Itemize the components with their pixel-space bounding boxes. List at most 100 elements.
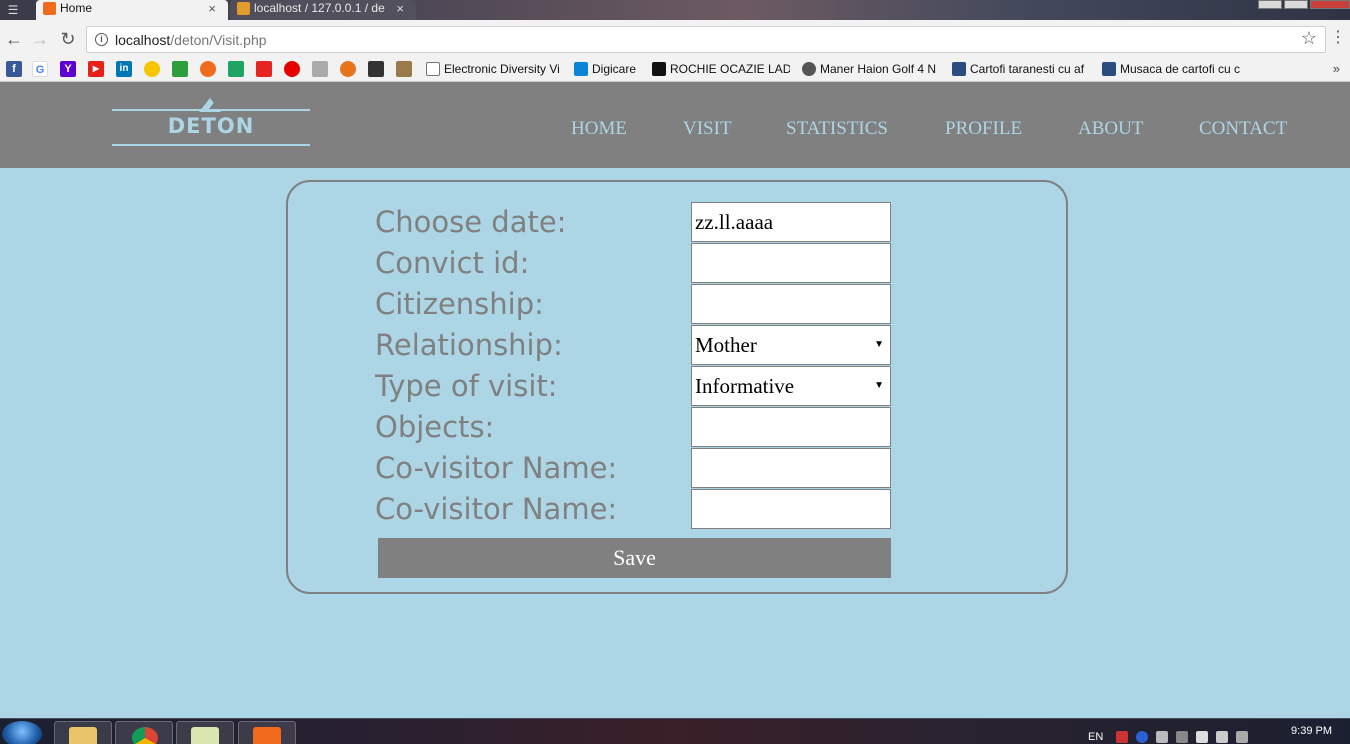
citizenship-label: Citizenship:: [375, 287, 544, 321]
back-arrow-icon[interactable]: ←: [4, 29, 24, 49]
window-menu-icon[interactable]: ☰: [2, 2, 24, 18]
emoji-site-icon[interactable]: [144, 61, 160, 77]
logo-line: [112, 144, 310, 146]
forward-arrow-icon[interactable]: →: [30, 29, 50, 49]
nav-contact[interactable]: CONTACT: [1199, 118, 1287, 140]
recipe-site-icon: [952, 62, 966, 76]
browser-toolbar: ← → ↻ i localhost/deton/Visit.php ☆ ⋮: [0, 20, 1350, 58]
mountain-notch: [209, 101, 221, 109]
co-visitor-name-input[interactable]: [691, 448, 891, 488]
dropdown-arrow-icon: ▼: [874, 339, 884, 350]
system-tray: EN 9:39 PM: [1080, 719, 1350, 744]
house-site-icon[interactable]: [396, 61, 412, 77]
objects-label: Objects:: [375, 410, 495, 444]
convict-id-input[interactable]: [691, 243, 891, 283]
recipe-site-icon: [1102, 62, 1116, 76]
bookmark-label: Cartofi taranesti cu af: [970, 62, 1085, 76]
flag-tray-icon[interactable]: [1236, 731, 1248, 743]
reload-icon[interactable]: ↻: [58, 29, 78, 49]
yahoo-icon[interactable]: Y: [60, 61, 76, 77]
tab-label: localhost / 127.0.0.1 / de: [254, 1, 385, 15]
maximize-button[interactable]: [1284, 0, 1308, 9]
tab-label: Home: [60, 1, 93, 15]
citizenship-input[interactable]: [691, 284, 891, 324]
volume-tray-icon[interactable]: [1196, 731, 1208, 743]
co-visitor-name-label: Co-visitor Name:: [375, 451, 618, 485]
language-indicator[interactable]: EN: [1088, 731, 1103, 743]
facebook-icon[interactable]: f: [6, 61, 22, 77]
convict-id-label: Convict id:: [375, 246, 530, 280]
minimize-button[interactable]: [1258, 0, 1282, 9]
bookmark-item[interactable]: ROCHIE OCAZIE LADY: [652, 61, 790, 79]
save-button[interactable]: Save: [378, 538, 891, 578]
nav-about[interactable]: ABOUT: [1078, 118, 1143, 140]
choose-date-label: Choose date:: [375, 205, 567, 239]
xampp-favicon-icon: [43, 2, 56, 15]
windows-taskbar: EN 9:39 PM: [0, 718, 1350, 744]
tf-icon: [652, 62, 666, 76]
bookmark-item[interactable]: Cartofi taranesti cu af: [952, 61, 1088, 79]
taskbar-explorer[interactable]: [54, 721, 112, 744]
co-site-icon[interactable]: [368, 61, 384, 77]
orange-site-icon[interactable]: [200, 61, 216, 77]
taskbar-notepad[interactable]: [176, 721, 234, 744]
kebab-menu-icon[interactable]: ⋮: [1330, 30, 1346, 46]
taskbar-xampp[interactable]: [238, 721, 296, 744]
objects-input[interactable]: [691, 407, 891, 447]
emag-icon[interactable]: [256, 61, 272, 77]
bookmark-item[interactable]: Electronic Diversity Vi: [426, 61, 562, 79]
nav-profile[interactable]: PROFILE: [945, 118, 1022, 140]
nav-visit[interactable]: VISIT: [683, 118, 732, 140]
relationship-label: Relationship:: [375, 328, 563, 362]
url-text: localhost/deton/Visit.php: [115, 32, 267, 48]
nav-home[interactable]: HOME: [571, 118, 627, 140]
bookmark-label: Musaca de cartofi cu c: [1120, 62, 1240, 76]
taskbar-chrome[interactable]: [115, 721, 173, 744]
notepad-icon: [191, 727, 219, 744]
relationship-select[interactable]: Mother ▼: [691, 325, 891, 365]
type-of-visit-value: Informative: [695, 374, 795, 398]
youtube-icon[interactable]: ▶: [88, 61, 104, 77]
bookmark-item[interactable]: Musaca de cartofi cu c: [1102, 61, 1240, 79]
star-site-icon[interactable]: [172, 61, 188, 77]
browser-titlebar: ☰ Home × localhost / 127.0.0.1 / de ×: [0, 0, 1350, 20]
folder-icon: [69, 727, 97, 744]
clock[interactable]: 9:39 PM: [1291, 725, 1332, 737]
window-controls: [1256, 0, 1350, 9]
url-host: localhost: [115, 32, 171, 48]
address-bar[interactable]: i localhost/deton/Visit.php ☆: [86, 26, 1326, 53]
star-icon[interactable]: ☆: [1301, 28, 1317, 49]
bookmarks-bar: f G Y ▶ in Electronic Diversity Vi Digic…: [0, 58, 1350, 82]
acrobat-tray-icon[interactable]: [1116, 731, 1128, 743]
main-nav: HOME VISIT STATISTICS PROFILE ABOUT CONT…: [0, 118, 1350, 142]
url-path: /deton/Visit.php: [170, 32, 267, 48]
date-input[interactable]: zz.ll.aaaa: [691, 202, 891, 242]
bookmark-item[interactable]: Maner Haion Golf 4 N: [802, 61, 938, 79]
sun-site-icon[interactable]: [340, 61, 356, 77]
type-of-visit-select[interactable]: Informative ▼: [691, 366, 891, 406]
signal-tray-icon[interactable]: [1216, 731, 1228, 743]
more-bookmarks-icon[interactable]: »: [1333, 61, 1340, 76]
nav-statistics[interactable]: STATISTICS: [786, 118, 888, 140]
tab-phpmyadmin[interactable]: localhost / 127.0.0.1 / de ×: [230, 0, 416, 20]
linkedin-icon[interactable]: in: [116, 61, 132, 77]
vodafone-icon[interactable]: [284, 61, 300, 77]
google-icon[interactable]: G: [32, 61, 48, 77]
bookmark-item[interactable]: Digicare: [574, 61, 642, 79]
co-visitor-name-label-2: Co-visitor Name:: [375, 492, 618, 526]
tab-close-icon[interactable]: ×: [396, 0, 404, 17]
google-drive-icon[interactable]: [228, 61, 244, 77]
close-window-button[interactable]: [1310, 0, 1350, 9]
tray-icon[interactable]: [1176, 731, 1188, 743]
xampp-icon: [253, 727, 281, 744]
bookmark-label: Maner Haion Golf 4 N: [820, 62, 937, 76]
help-tray-icon[interactable]: [1136, 731, 1148, 743]
network-tray-icon[interactable]: [1156, 731, 1168, 743]
grid-site-icon[interactable]: [312, 61, 328, 77]
tab-home[interactable]: Home ×: [36, 0, 228, 20]
co-visitor-name-input-2[interactable]: [691, 489, 891, 529]
bookmark-label: Electronic Diversity Vi: [444, 62, 560, 76]
start-button[interactable]: [2, 721, 42, 744]
info-icon[interactable]: i: [95, 33, 108, 46]
tab-close-icon[interactable]: ×: [208, 0, 216, 17]
